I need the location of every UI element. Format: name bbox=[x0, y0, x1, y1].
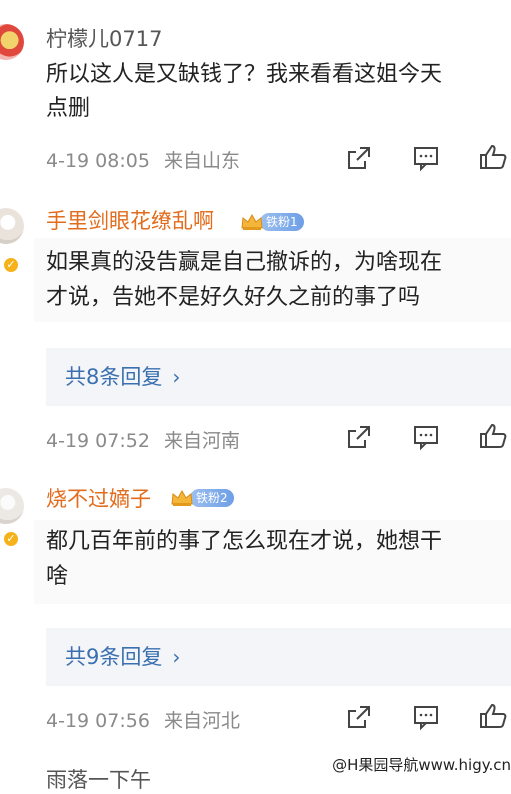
comment-date: 4-19 08:05 bbox=[46, 150, 150, 172]
comment-location: 来自山东 bbox=[163, 150, 240, 172]
watermark: @H果园导航www.higy.cn bbox=[322, 754, 511, 776]
comment-location: 来自河南 bbox=[163, 430, 240, 452]
username[interactable]: 雨落一下午 bbox=[46, 764, 151, 794]
view-replies-button[interactable]: 共9条回复 › bbox=[46, 628, 511, 686]
comment-location: 来自河北 bbox=[163, 710, 240, 732]
chevron-right-icon: › bbox=[172, 645, 181, 669]
chevron-right-icon: › bbox=[172, 365, 181, 389]
comment-item: ✓ 烧不过嫡子 铁粉2 都几百年前的事了怎么现在才说，她想干 啥 共9条回复 › … bbox=[0, 466, 511, 746]
thumbs-up-icon[interactable] bbox=[478, 422, 507, 450]
comment-text-line: 如果真的没告赢是自己撤诉的，为啥现在 bbox=[46, 250, 443, 275]
verified-badge-icon: ✓ bbox=[2, 256, 20, 274]
verified-badge-icon: ✓ bbox=[2, 530, 20, 548]
comment-meta: 4-19 08:05 来自山东 bbox=[46, 146, 240, 173]
avatar[interactable] bbox=[0, 208, 24, 244]
share-icon[interactable] bbox=[345, 144, 373, 172]
comment-text-line: 才说，告她不是好久好久之前的事了吗 bbox=[46, 285, 421, 310]
comment-meta: 4-19 07:52 来自河南 bbox=[46, 426, 240, 453]
replies-count-label: 共9条回复 bbox=[65, 645, 163, 669]
comment-meta: 4-19 07:56 来自河北 bbox=[46, 706, 240, 733]
comment-item: 柠檬儿0717 所以这人是又缺钱了？我来看看这姐今天 点删 4-19 08:05… bbox=[0, 0, 511, 186]
comment-item: ✓ 手里剑眼花缭乱啊 铁粉1 如果真的没告赢是自己撤诉的，为啥现在 才说，告她不… bbox=[0, 186, 511, 466]
share-icon[interactable] bbox=[345, 423, 373, 451]
username[interactable]: 柠檬儿0717 bbox=[46, 26, 162, 52]
fan-badge[interactable]: 铁粉2 bbox=[170, 488, 234, 508]
comment-text-line: 所以这人是又缺钱了？我来看看这姐今天 bbox=[46, 62, 443, 87]
fan-badge-label: 铁粉1 bbox=[260, 213, 304, 231]
view-replies-button[interactable]: 共8条回复 › bbox=[46, 348, 511, 406]
fan-badge[interactable]: 铁粉1 bbox=[240, 212, 304, 232]
thumbs-up-icon[interactable] bbox=[478, 143, 507, 171]
avatar[interactable] bbox=[0, 24, 24, 60]
crown-icon bbox=[170, 488, 194, 508]
comment-date: 4-19 07:56 bbox=[46, 710, 150, 732]
avatar[interactable] bbox=[0, 488, 24, 524]
comment-text-line: 都几百年前的事了怎么现在才说，她想干 bbox=[46, 529, 443, 554]
crown-icon bbox=[240, 212, 264, 232]
replies-count-label: 共8条回复 bbox=[65, 365, 163, 389]
username[interactable]: 手里剑眼花缭乱啊 bbox=[46, 208, 214, 234]
username[interactable]: 烧不过嫡子 bbox=[46, 486, 151, 512]
comment-text-line: 点删 bbox=[46, 96, 91, 121]
comment-icon[interactable] bbox=[412, 703, 440, 731]
comment-icon[interactable] bbox=[412, 144, 440, 172]
share-icon[interactable] bbox=[345, 703, 373, 731]
comment-icon[interactable] bbox=[412, 423, 440, 451]
comment-text-line: 啥 bbox=[46, 564, 69, 589]
comment-date: 4-19 07:52 bbox=[46, 430, 150, 452]
thumbs-up-icon[interactable] bbox=[478, 702, 507, 730]
fan-badge-label: 铁粉2 bbox=[190, 489, 234, 507]
